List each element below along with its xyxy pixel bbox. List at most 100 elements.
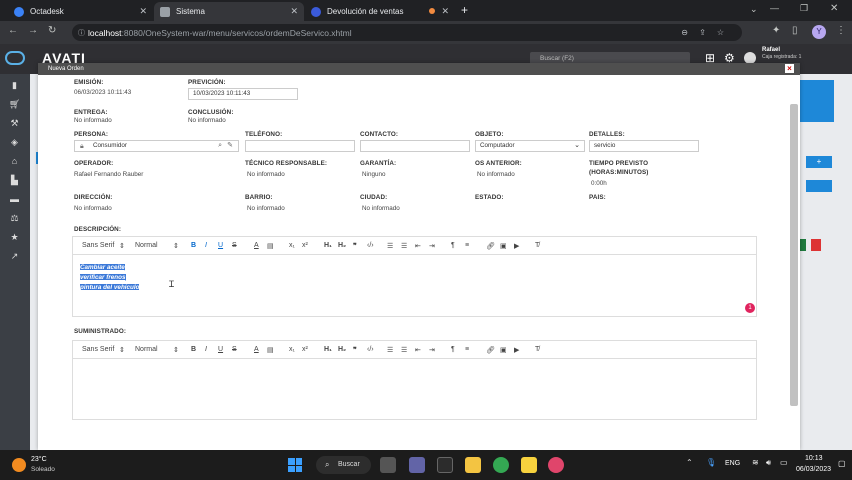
garantia-value[interactable]: Ninguno [362,171,385,178]
weather-sun-icon[interactable] [12,458,26,472]
close-window-button[interactable]: ✕ [830,3,838,14]
link-icon[interactable]: 🔗︎ [486,242,495,250]
language-indicator[interactable]: ENG [725,460,740,467]
suministrado-editor[interactable]: Sans Serif ⇕ Normal ⇕ B I U S A ▤ x₁ x² … [72,340,757,420]
clock-time[interactable]: 10:13 [805,455,823,462]
bullet-list-icon[interactable]: ☰ [401,242,407,250]
battery-icon[interactable]: ▭ [780,458,788,467]
align-icon[interactable]: ≡ [465,346,469,353]
balance-icon[interactable]: ⚖ [9,213,20,223]
search-icon[interactable]: ⌕ [218,141,222,151]
code-icon[interactable]: ‹/› [367,242,374,249]
descripcion-content[interactable]: Cambiar aceite verificar frenos pintura … [80,263,140,293]
detalles-input[interactable]: servicio [589,140,699,152]
wifi-icon[interactable]: ≋ [752,458,759,467]
text-color-icon[interactable]: A [254,346,259,353]
heading2-icon[interactable]: H₂ [338,242,346,249]
edit-icon[interactable]: ✎ [227,141,233,151]
bg-add-button[interactable]: + [806,156,832,168]
heading2-icon[interactable]: H₂ [338,346,346,353]
tab-search-icon[interactable]: ⌄ [750,4,758,15]
ciudad-value[interactable]: No informado [362,205,400,212]
size-select[interactable]: Normal [135,242,158,249]
new-tab-button[interactable]: + [461,3,468,17]
font-select-arrow-icon[interactable]: ⇕ [119,242,125,250]
text-color-icon[interactable]: A [254,242,259,249]
weather-text[interactable]: Soleado [31,466,55,473]
bold-icon[interactable]: B [191,346,196,353]
close-tab-icon[interactable]: ✕ [441,6,449,17]
chart-line-icon[interactable]: ↗ [9,251,20,261]
minimize-button[interactable]: — [770,3,779,13]
maximize-button[interactable]: ❐ [800,3,808,14]
strike-icon[interactable]: S [232,346,237,353]
indent-icon[interactable]: ⇥ [429,346,435,354]
industry-icon[interactable]: ▙ [9,175,20,185]
quote-icon[interactable]: ❞ [353,346,357,354]
bold-icon[interactable]: B [191,242,196,249]
italic-icon[interactable]: I [205,242,207,249]
font-select-arrow-icon[interactable]: ⇕ [119,346,125,354]
direccion-value[interactable]: No informado [74,205,112,212]
contacto-input[interactable] [360,140,470,152]
sticky-notes-icon[interactable] [521,457,537,473]
bank-icon[interactable]: ⌂ [9,156,20,166]
image-icon[interactable]: ▣ [500,242,507,250]
bullet-list-icon[interactable]: ☰ [401,346,407,354]
book-icon[interactable]: ▮ [9,80,20,90]
tecnico-value[interactable]: No informado [247,171,285,178]
forward-icon[interactable]: → [28,25,38,36]
windows-start-icon[interactable] [288,458,302,472]
task-view-icon[interactable] [380,457,396,473]
size-select-arrow-icon[interactable]: ⇕ [173,242,179,250]
outdent-icon[interactable]: ⇤ [415,346,421,354]
direction-icon[interactable]: ¶ [451,346,455,353]
video-icon[interactable]: ▶ [514,242,519,250]
close-tab-icon[interactable]: ✕ [139,6,147,17]
highlight-icon[interactable]: ▤ [267,242,274,250]
heading1-icon[interactable]: H₁ [324,346,332,353]
strike-icon[interactable]: S [232,242,237,249]
ordered-list-icon[interactable]: ☰ [387,242,393,250]
underline-icon[interactable]: U [218,346,223,353]
video-icon[interactable]: ▶ [514,346,519,354]
subscript-icon[interactable]: x₁ [289,346,295,353]
bookmark-star-icon[interactable]: ☆ [717,28,724,37]
size-select-arrow-icon[interactable]: ⇕ [173,346,179,354]
os-anterior-value[interactable]: No informado [477,171,515,178]
italic-icon[interactable]: I [205,346,207,353]
slack-icon[interactable] [548,457,564,473]
chevron-up-icon[interactable]: ⌃ [686,458,693,467]
link-icon[interactable]: 🔗︎ [486,346,495,354]
clear-format-icon[interactable]: T̸ [535,242,539,249]
descripcion-editor[interactable]: Sans Serif ⇕ Normal ⇕ B I U S A ▤ x₁ x² … [72,236,757,317]
barrio-value[interactable]: No informado [247,205,285,212]
font-select[interactable]: Sans Serif [82,346,114,353]
zoom-icon[interactable]: ⊖ [681,28,688,37]
size-select[interactable]: Normal [135,346,158,353]
superscript-icon[interactable]: x² [302,346,308,353]
close-tab-icon[interactable]: ✕ [290,6,298,17]
prevision-input[interactable]: 10/03/2023 10:11:43 [188,88,298,100]
notification-badge[interactable]: 1 [745,303,755,313]
taskbar-search[interactable]: ⌕ Buscar [316,456,371,474]
back-icon[interactable]: ← [8,25,18,36]
telefono-input[interactable] [245,140,355,152]
direction-icon[interactable]: ¶ [451,242,455,249]
cubes-icon[interactable]: ◈ [9,137,20,147]
ordered-list-icon[interactable]: ☰ [387,346,393,354]
highlight-icon[interactable]: ▤ [267,346,274,354]
menu-dots-icon[interactable]: ⋮ [836,25,846,36]
tab-sistema[interactable]: Sistema ✕ [154,2,304,21]
tab-octadesk[interactable]: Octadesk ✕ [8,2,153,21]
weather-temp[interactable]: 23°C [31,456,47,463]
objeto-select[interactable]: Computador ⌄ [475,140,585,152]
star-icon[interactable]: ★ [9,232,20,242]
pdf-icon[interactable] [811,239,821,251]
modal-close-button[interactable]: × [785,64,794,73]
heading1-icon[interactable]: H₁ [324,242,332,249]
wrench-icon[interactable]: ⚒ [9,118,20,128]
outdent-icon[interactable]: ⇤ [415,242,421,250]
file-explorer-icon[interactable] [437,457,453,473]
tiempo-value[interactable]: 0:00h [591,180,607,187]
